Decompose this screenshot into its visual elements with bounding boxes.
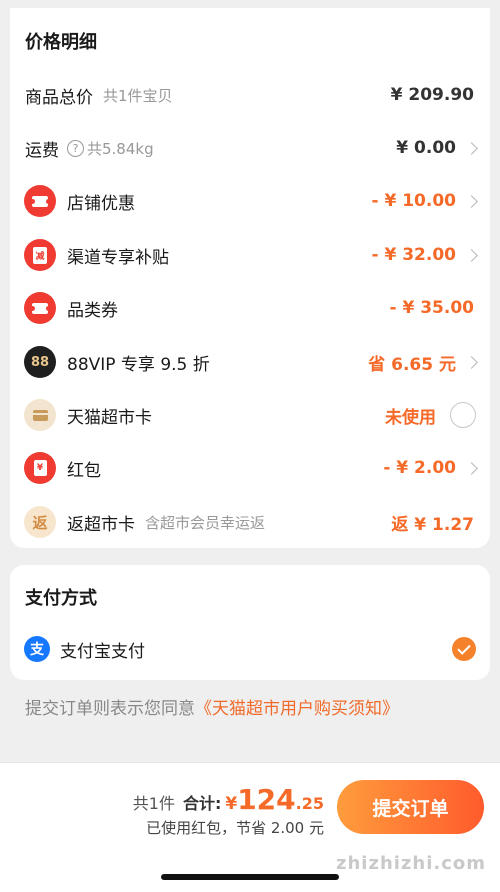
category-coupon-label: 品类券	[67, 300, 118, 321]
chevron-right-icon	[465, 461, 478, 475]
chevron-right-icon	[465, 141, 478, 155]
saving-note: 已使用红包，节省 2.00 元	[146, 819, 324, 837]
channel-subsidy-value: - ¥ 32.00	[371, 245, 457, 265]
agreement-link[interactable]: 《天猫超市用户购买须知》	[195, 699, 399, 719]
shipping-label: 运费	[25, 140, 59, 161]
chevron-right-icon	[465, 355, 478, 369]
home-indicator	[161, 874, 339, 880]
cashback-label: 返超市卡	[67, 514, 135, 535]
shipping-weight: 共5.84kg	[87, 139, 154, 158]
shop-discount-label: 店铺优惠	[67, 193, 135, 214]
shop-discount-value: - ¥ 10.00	[371, 191, 457, 211]
channel-subsidy-label: 渠道专享补贴	[67, 247, 169, 268]
row-shop-discount[interactable]: 店铺优惠 - ¥ 10.00	[10, 181, 490, 221]
submit-order-button[interactable]: 提交订单	[337, 780, 484, 834]
alipay-icon: 支	[24, 636, 50, 662]
vip-discount-value: 省 6.65 元	[368, 354, 456, 375]
agreement-text: 提交订单则表示您同意《天猫超市用户购买须知》	[25, 694, 399, 719]
question-icon[interactable]: ?	[67, 139, 84, 157]
goods-total-value: ¥ 209.90	[390, 85, 474, 105]
row-shipping[interactable]: 运费 ? 共5.84kg ¥ 0.00	[10, 128, 490, 168]
checkmark-icon[interactable]	[452, 637, 476, 661]
shipping-value: ¥ 0.00	[396, 138, 456, 158]
vip-88-icon: 88	[24, 346, 56, 378]
payment-option-alipay[interactable]: 支 支付宝支付	[10, 629, 490, 669]
goods-count: 共1件宝贝	[103, 86, 173, 105]
cashback-value: 返 ¥ 1.27	[391, 514, 474, 535]
cashback-icon: 返	[24, 506, 56, 538]
total-summary: 共1件 合计: ¥ 124 .25	[133, 783, 324, 816]
goods-total-label: 商品总价	[25, 87, 93, 108]
market-card-icon	[24, 399, 56, 431]
item-count: 共1件	[132, 794, 175, 813]
total-decimal: .25	[295, 794, 324, 813]
row-red-packet[interactable]: ¥ 红包 - ¥ 2.00	[10, 448, 490, 488]
total-currency: ¥	[225, 794, 238, 814]
price-detail-card: 价格明细 商品总价 共1件宝贝 ¥ 209.90 运费 ? 共5.84kg ¥ …	[10, 8, 490, 548]
category-coupon-icon	[24, 292, 56, 324]
market-card-radio[interactable]	[450, 402, 476, 428]
price-detail-title: 价格明细	[25, 32, 97, 53]
red-packet-value: - ¥ 2.00	[383, 458, 456, 478]
category-coupon-value: - ¥ 35.00	[389, 298, 475, 318]
chevron-right-icon	[465, 194, 478, 208]
row-vip-discount[interactable]: 88 88VIP 专享 9.5 折 省 6.65 元	[10, 342, 490, 382]
cashback-note: 含超市会员幸运返	[145, 513, 266, 532]
payment-card: 支付方式 支 支付宝支付	[10, 565, 490, 680]
vip-discount-label: 88VIP 专享 9.5 折	[67, 354, 210, 375]
row-category-coupon: 品类券 - ¥ 35.00	[10, 288, 490, 328]
shop-coupon-icon	[24, 185, 56, 217]
row-market-card[interactable]: 天猫超市卡 未使用	[10, 395, 490, 435]
red-packet-icon: ¥	[24, 452, 56, 484]
total-label: 合计:	[182, 794, 222, 813]
agreement-prefix: 提交订单则表示您同意	[25, 699, 195, 719]
payment-method-label: 支付宝支付	[60, 641, 145, 662]
subsidy-icon: 减	[24, 239, 56, 271]
payment-title: 支付方式	[25, 588, 97, 609]
market-card-status: 未使用	[385, 407, 436, 428]
row-goods-total: 商品总价 共1件宝贝 ¥ 209.90	[10, 75, 490, 115]
watermark: zhizhizhi.com	[336, 853, 487, 874]
market-card-label: 天猫超市卡	[67, 407, 152, 428]
row-cashback: 返 返超市卡 含超市会员幸运返 返 ¥ 1.27	[10, 502, 490, 542]
checkout-bar: 共1件 合计: ¥ 124 .25 已使用红包，节省 2.00 元 提交订单 z…	[0, 763, 500, 892]
chevron-right-icon	[465, 248, 478, 262]
row-channel-subsidy[interactable]: 减 渠道专享补贴 - ¥ 32.00	[10, 235, 490, 275]
red-packet-label: 红包	[67, 460, 101, 481]
total-integer: 124	[237, 783, 296, 816]
